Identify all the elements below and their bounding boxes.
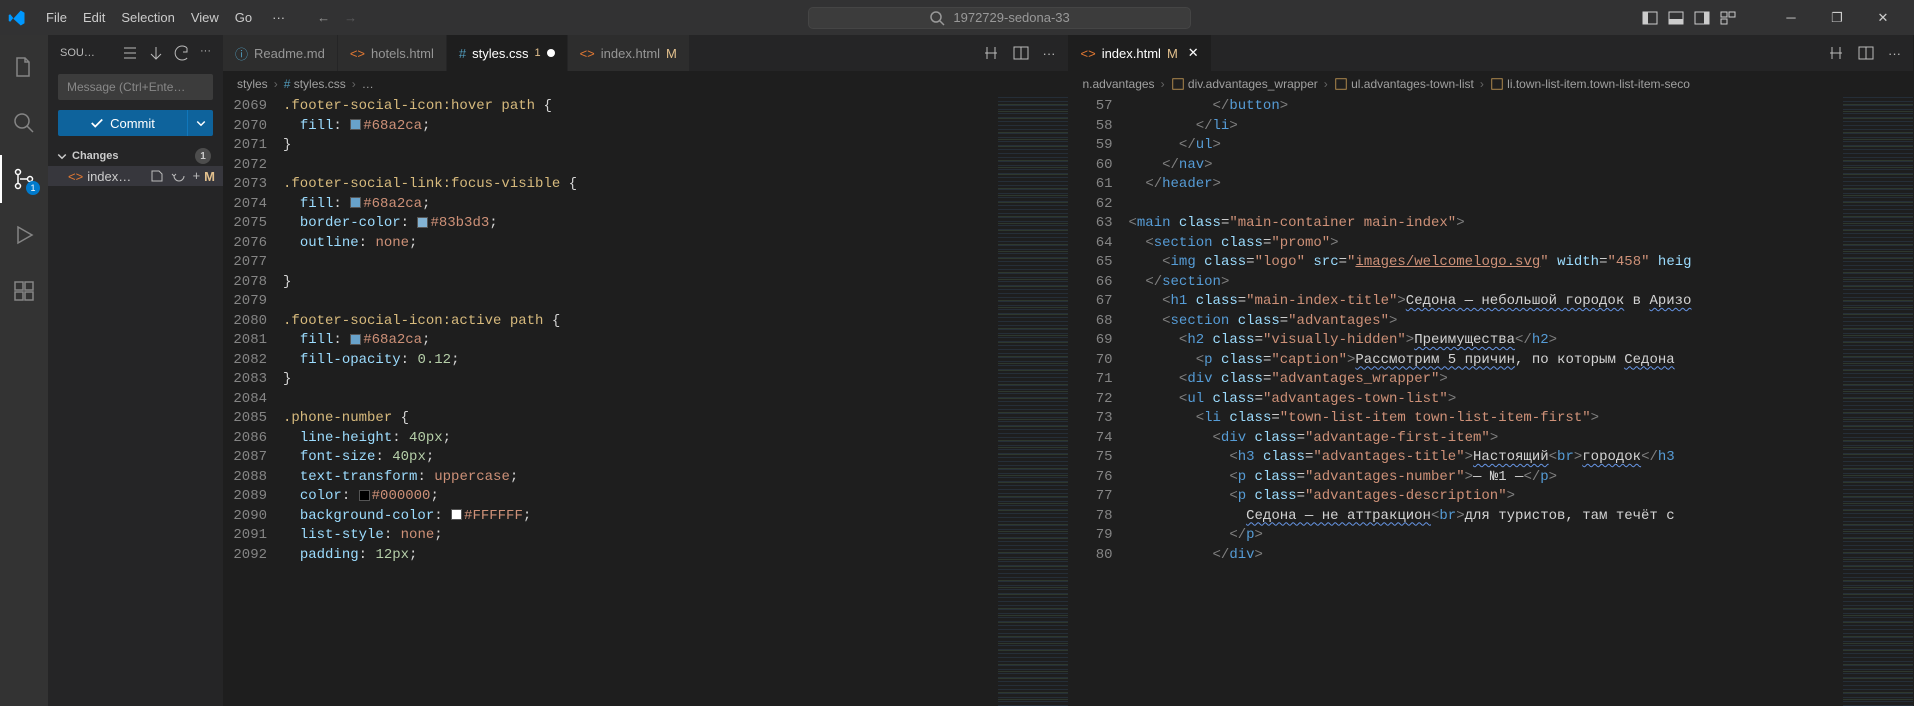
code-editor-left[interactable]: 2069207020712072207320742075207620772078… <box>223 97 1068 706</box>
compare-icon[interactable] <box>1828 45 1844 61</box>
menu-overflow-icon[interactable]: ··· <box>264 6 293 29</box>
scm-view-tree-icon[interactable] <box>122 45 138 61</box>
split-editor-icon[interactable] <box>1858 45 1874 61</box>
commit-dropdown-icon[interactable] <box>187 110 213 136</box>
workspace-name: 1972729-sedona-33 <box>953 10 1069 25</box>
activity-extensions-icon[interactable] <box>0 267 48 315</box>
editor-group-left: ⓘ Readme.md<> hotels.html# styles.css 1 … <box>223 35 1069 706</box>
tab-index-html[interactable]: <> index.html M ✕ <box>1069 35 1212 71</box>
layout-sidebar-right-icon[interactable] <box>1694 10 1710 26</box>
nav-back-icon[interactable]: ← <box>317 10 330 25</box>
maximize-icon[interactable]: ❐ <box>1814 0 1860 35</box>
editor-group-right: <> index.html M ✕ ··· n.advantages › div.… <box>1069 35 1914 706</box>
menu-selection[interactable]: Selection <box>113 6 182 29</box>
scm-commit-icon[interactable] <box>148 45 164 61</box>
tab-Readme-md[interactable]: ⓘ Readme.md <box>223 35 338 71</box>
close-tab-icon[interactable]: ✕ <box>1188 45 1199 61</box>
activity-explorer-icon[interactable] <box>0 43 48 91</box>
minimize-icon[interactable]: ─ <box>1768 0 1814 35</box>
sidebar: SOU… ··· Message (Ctrl+Ente… Commit Chan… <box>48 35 223 706</box>
tabbar-right: <> index.html M ✕ ··· <box>1069 35 1914 71</box>
changes-section-header[interactable]: Changes 1 <box>48 146 223 166</box>
check-icon <box>90 116 104 130</box>
breadcrumb-right[interactable]: n.advantages › div.advantages_wrapper › … <box>1069 71 1914 97</box>
tab-more-icon[interactable]: ··· <box>1888 46 1901 61</box>
activity-source-control-icon[interactable]: 1 <box>0 155 48 203</box>
menu-bar: FileEditSelectionViewGo <box>38 10 260 25</box>
scm-message-input[interactable]: Message (Ctrl+Ente… <box>58 74 213 100</box>
menu-edit[interactable]: Edit <box>75 6 113 29</box>
commit-button[interactable]: Commit <box>58 110 187 136</box>
search-icon <box>929 10 945 26</box>
layout-customize-icon[interactable] <box>1720 10 1736 26</box>
tab-index-html[interactable]: <> index.html M <box>568 35 690 71</box>
breadcrumb-left[interactable]: styles › # styles.css › … <box>223 71 1068 97</box>
change-item[interactable]: <> index… + M <box>48 166 223 186</box>
close-icon[interactable]: ✕ <box>1860 0 1906 35</box>
layout-panel-icon[interactable] <box>1668 10 1684 26</box>
sidebar-title: SOU… <box>60 47 114 59</box>
chevron-down-icon <box>56 150 68 162</box>
open-file-icon[interactable] <box>149 168 165 184</box>
minimap-icon[interactable] <box>998 97 1068 706</box>
menu-file[interactable]: File <box>38 6 75 29</box>
tab-styles-css[interactable]: # styles.css 1 <box>447 35 568 71</box>
compare-icon[interactable] <box>983 45 999 61</box>
split-editor-icon[interactable] <box>1013 45 1029 61</box>
nav-forward-icon[interactable]: → <box>344 10 357 25</box>
tab-hotels-html[interactable]: <> hotels.html <box>338 35 447 71</box>
modified-badge: M <box>204 169 215 184</box>
activity-bar: 1 <box>0 35 48 706</box>
menu-go[interactable]: Go <box>227 6 260 29</box>
scm-badge: 1 <box>26 181 40 195</box>
code-editor-right[interactable]: 5758596061626364656667686970717273747576… <box>1069 97 1914 706</box>
scm-more-icon[interactable]: ··· <box>200 45 211 61</box>
activity-run-icon[interactable] <box>0 211 48 259</box>
layout-sidebar-left-icon[interactable] <box>1642 10 1658 26</box>
tab-more-icon[interactable]: ··· <box>1043 46 1056 61</box>
titlebar: FileEditSelectionViewGo ··· ← → 1972729-… <box>0 0 1914 35</box>
minimap-icon[interactable] <box>1843 97 1913 706</box>
menu-view[interactable]: View <box>183 6 227 29</box>
vscode-logo-icon <box>8 9 26 27</box>
command-center[interactable]: 1972729-sedona-33 <box>808 7 1190 29</box>
scm-refresh-icon[interactable] <box>174 45 190 61</box>
tabbar-left: ⓘ Readme.md<> hotels.html# styles.css 1 … <box>223 35 1068 71</box>
stage-icon[interactable]: + <box>193 168 201 184</box>
changes-count-badge: 1 <box>195 148 211 164</box>
discard-icon[interactable] <box>171 168 187 184</box>
activity-search-icon[interactable] <box>0 99 48 147</box>
